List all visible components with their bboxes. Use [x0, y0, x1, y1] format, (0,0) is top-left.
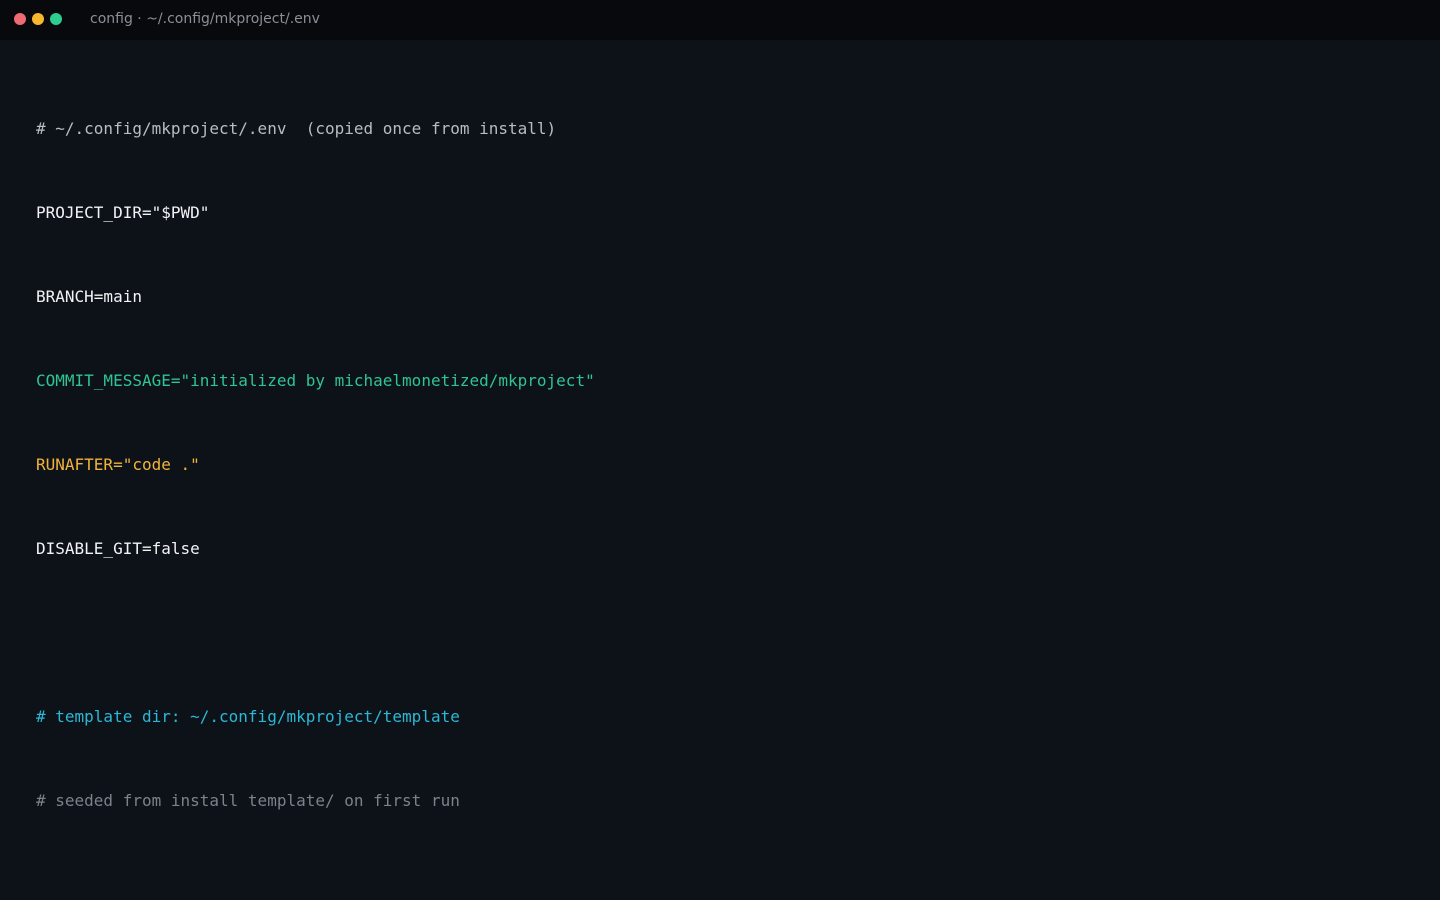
- window-title: config · ~/.config/mkproject/.env: [90, 11, 320, 27]
- editor-line[interactable]: COMMIT_MESSAGE="initialized by michaelmo…: [36, 367, 595, 395]
- editor-line[interactable]: PROJECT_DIR="$PWD": [36, 199, 595, 227]
- editor-line[interactable]: # template dir: ~/.config/mkproject/temp…: [36, 703, 595, 731]
- editor-line[interactable]: # seeded from install template/ on first…: [36, 787, 595, 815]
- minimize-window-button[interactable]: [32, 13, 44, 25]
- env-file-editor[interactable]: # ~/.config/mkproject/.env (copied once …: [36, 59, 595, 871]
- close-window-button[interactable]: [14, 13, 26, 25]
- editor-line[interactable]: [36, 619, 595, 647]
- editor-line[interactable]: RUNAFTER="code .": [36, 451, 595, 479]
- terminal-window: config · ~/.config/mkproject/.env # ~/.c…: [0, 0, 1440, 900]
- title-bar[interactable]: config · ~/.config/mkproject/.env: [0, 0, 1440, 40]
- editor-line[interactable]: BRANCH=main: [36, 283, 595, 311]
- maximize-window-button[interactable]: [50, 13, 62, 25]
- editor-line[interactable]: # ~/.config/mkproject/.env (copied once …: [36, 115, 595, 143]
- editor-line[interactable]: DISABLE_GIT=false: [36, 535, 595, 563]
